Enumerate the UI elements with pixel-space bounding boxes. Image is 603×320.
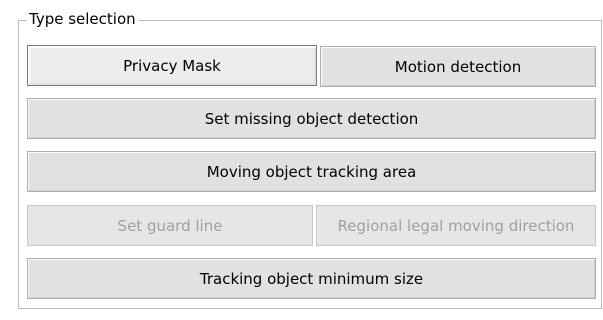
- set-missing-object-detection-label: Set missing object detection: [204, 109, 419, 128]
- privacy-mask-button[interactable]: Privacy Mask: [27, 45, 317, 86]
- regional-legal-moving-direction-label: Regional legal moving direction: [337, 216, 575, 235]
- privacy-mask-label: Privacy Mask: [123, 56, 221, 75]
- type-selection-title: Type selection: [27, 9, 139, 29]
- set-guard-line-button[interactable]: Set guard line: [27, 205, 313, 246]
- set-missing-object-detection-button[interactable]: Set missing object detection: [27, 98, 596, 139]
- motion-detection-button[interactable]: Motion detection: [320, 46, 596, 87]
- moving-object-tracking-area-button[interactable]: Moving object tracking area: [27, 151, 596, 192]
- motion-detection-label: Motion detection: [394, 57, 522, 76]
- moving-object-tracking-area-label: Moving object tracking area: [206, 162, 417, 181]
- tracking-object-minimum-size-button[interactable]: Tracking object minimum size: [27, 258, 596, 299]
- regional-legal-moving-direction-button[interactable]: Regional legal moving direction: [316, 205, 596, 246]
- set-guard-line-label: Set guard line: [117, 216, 223, 235]
- tracking-object-minimum-size-label: Tracking object minimum size: [199, 269, 424, 288]
